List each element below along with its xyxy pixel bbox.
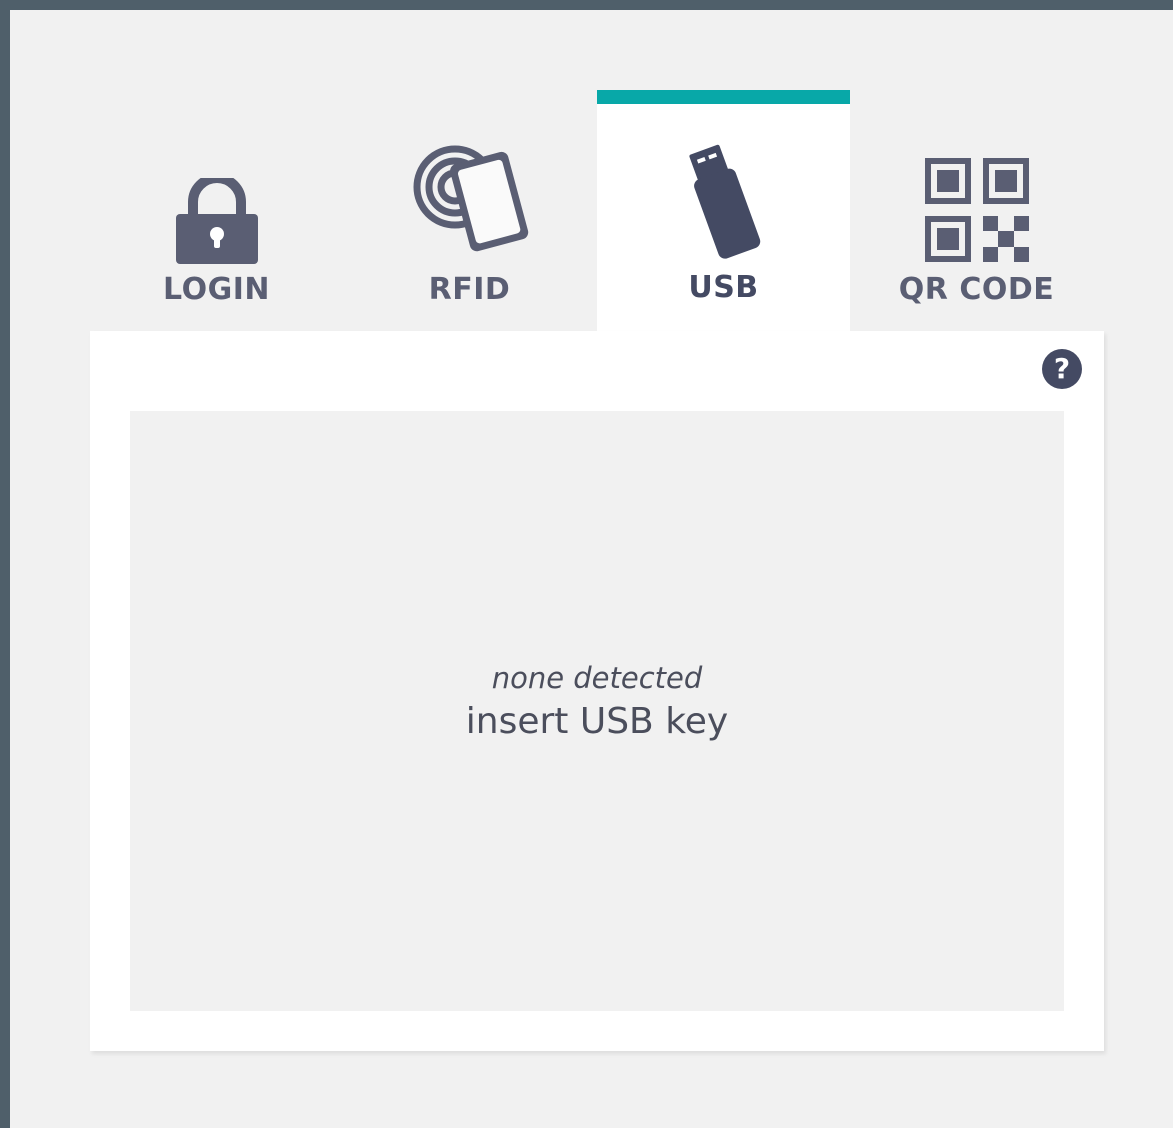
tab-rfid-label: RFID (428, 272, 511, 307)
app-background: LOGIN RFID USB QR CODE ? none detected i… (10, 10, 1173, 1128)
tab-qr-code-label: QR CODE (898, 272, 1055, 307)
rfid-card-icon (343, 145, 596, 260)
auth-method-tabs: LOGIN RFID USB QR CODE (90, 90, 1104, 331)
usb-detection-area: none detected insert USB key (130, 411, 1064, 1011)
tab-login-label: LOGIN (163, 272, 270, 307)
tab-usb[interactable]: USB (597, 90, 850, 331)
qr-code-icon (850, 158, 1103, 262)
insert-instruction: insert USB key (465, 701, 729, 742)
question-mark-icon[interactable]: ? (1042, 349, 1082, 389)
lock-icon (90, 178, 343, 264)
active-tab-indicator (597, 90, 850, 104)
tab-usb-label: USB (688, 270, 759, 305)
tab-rfid[interactable]: RFID (343, 90, 596, 331)
tab-qr-code[interactable]: QR CODE (850, 90, 1103, 331)
detection-status: none detected (491, 661, 703, 695)
window-frame: LOGIN RFID USB QR CODE ? none detected i… (0, 0, 1173, 1128)
usb-panel: ? none detected insert USB key (90, 331, 1104, 1051)
tab-login[interactable]: LOGIN (90, 90, 343, 331)
usb-key-icon (597, 142, 850, 262)
